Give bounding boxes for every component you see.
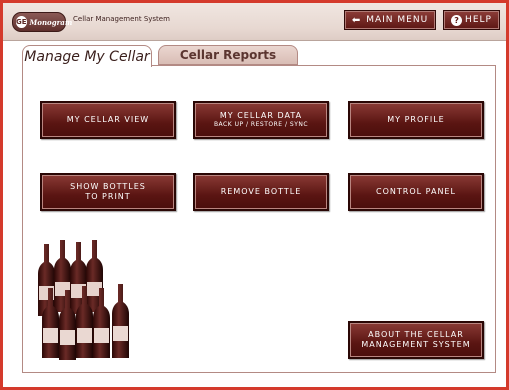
about-cellar-system-button[interactable]: ABOUT THE CELLAR MANAGEMENT SYSTEM	[348, 321, 484, 359]
button-label: MY PROFILE	[387, 115, 445, 124]
button-label: CONTROL PANEL	[376, 187, 456, 196]
back-row-bottles	[38, 240, 103, 316]
button-label: MY CELLAR VIEW	[66, 115, 150, 124]
button-sublabel: BACK UP / RESTORE / SYNC	[213, 121, 309, 128]
button-label: MY CELLAR DATA	[219, 111, 303, 120]
ge-logo-icon: GE	[16, 16, 27, 28]
app-title: Cellar Management System	[73, 15, 170, 23]
tab-label: Cellar Reports	[179, 48, 277, 62]
control-panel-button[interactable]: CONTROL PANEL	[348, 173, 484, 211]
button-label: SHOW BOTTLES	[70, 182, 146, 191]
my-cellar-view-button[interactable]: MY CELLAR VIEW	[40, 101, 176, 139]
main-menu-button[interactable]: ⬅ MAIN MENU	[344, 10, 436, 30]
button-label: REMOVE BOTTLE	[220, 187, 302, 196]
arrow-left-icon: ⬅	[351, 14, 362, 26]
my-cellar-data-button[interactable]: MY CELLAR DATA BACK UP / RESTORE / SYNC	[193, 101, 329, 139]
tab-label: Manage My Cellar	[24, 48, 150, 65]
question-circle-icon: ?	[451, 14, 463, 26]
button-label-line2: TO PRINT	[85, 192, 131, 201]
tab-cellar-reports[interactable]: Cellar Reports	[158, 45, 298, 65]
wine-bottles-image	[38, 240, 129, 360]
button-label: ABOUT THE CELLAR	[368, 330, 464, 339]
logo-text: Monogram	[29, 17, 73, 27]
help-label: HELP	[465, 15, 492, 25]
monogram-logo: GE Monogram	[12, 12, 72, 32]
remove-bottle-button[interactable]: REMOVE BOTTLE	[193, 173, 329, 211]
button-label-line2: MANAGEMENT SYSTEM	[361, 340, 471, 349]
my-profile-button[interactable]: MY PROFILE	[348, 101, 484, 139]
help-button[interactable]: ? HELP	[443, 10, 500, 30]
main-menu-label: MAIN MENU	[366, 15, 429, 25]
tab-manage-my-cellar[interactable]: Manage My Cellar	[22, 45, 152, 67]
show-bottles-to-print-button[interactable]: SHOW BOTTLES TO PRINT	[40, 173, 176, 211]
header-bar: GE Monogram Cellar Management System ⬅ M…	[3, 3, 506, 41]
